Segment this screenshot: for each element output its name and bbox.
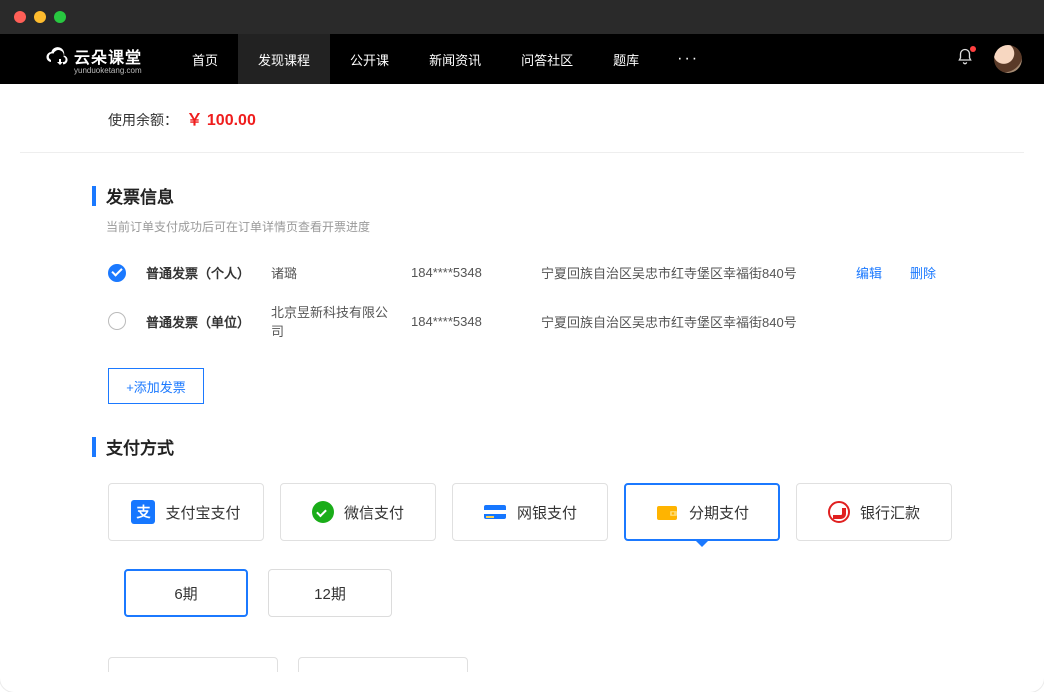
invoice-edit-link[interactable]: 编辑 xyxy=(856,263,882,282)
title-accent xyxy=(92,186,96,206)
bank-icon xyxy=(828,501,850,523)
window-minimize-dot[interactable] xyxy=(34,11,46,23)
pay-method-bank[interactable]: 银行汇款 xyxy=(796,483,952,541)
logo-subtext: yunduoketang.com xyxy=(74,66,142,75)
invoice-row: 普通发票（个人） 诸璐 184****5348 宁夏回族自治区吴忠市红寺堡区幸福… xyxy=(92,253,952,292)
balance-bar: 使用余额： ￥ 100.00 xyxy=(20,84,1024,153)
payment-methods: 支 支付宝支付 微信支付 网银支付 分期支付 银行汇款 xyxy=(108,483,952,541)
pay-method-wechat[interactable]: 微信支付 xyxy=(280,483,436,541)
notification-bell-icon[interactable] xyxy=(956,48,974,71)
invoice-phone: 184****5348 xyxy=(411,314,521,329)
invoice-section: 发票信息 当前订单支付成功后可在订单详情页查看开票进度 普通发票（个人） 诸璐 … xyxy=(20,183,1024,404)
title-accent xyxy=(92,437,96,457)
top-nav: 云朵课堂 yunduoketang.com 首页 发现课程 公开课 新闻资讯 问… xyxy=(0,34,1044,84)
nav-items: 首页 发现课程 公开课 新闻资讯 问答社区 题库 ··· xyxy=(172,34,717,84)
logo-text: 云朵课堂 xyxy=(74,50,142,67)
user-avatar[interactable] xyxy=(994,45,1022,73)
installment-periods: 6期 12期 xyxy=(124,569,952,617)
invoice-addr: 宁夏回族自治区吴忠市红寺堡区幸福街840号 xyxy=(541,263,836,282)
nav-qa[interactable]: 问答社区 xyxy=(501,34,593,84)
window-zoom-dot[interactable] xyxy=(54,11,66,23)
invoice-phone: 184****5348 xyxy=(411,265,521,280)
alipay-icon: 支 xyxy=(131,500,155,524)
invoice-radio[interactable] xyxy=(108,264,126,282)
payment-title: 支付方式 xyxy=(106,434,174,459)
balance-label: 使用余额： xyxy=(108,112,178,128)
invoice-type: 普通发票（单位） xyxy=(146,312,251,331)
nav-more[interactable]: ··· xyxy=(659,34,717,84)
window-close-dot[interactable] xyxy=(14,11,26,23)
pay-method-installment[interactable]: 分期支付 xyxy=(624,483,780,541)
invoice-name: 诸璐 xyxy=(271,263,391,282)
nav-exam[interactable]: 题库 xyxy=(593,34,659,84)
pay-method-label: 微信支付 xyxy=(344,502,404,523)
add-invoice-button[interactable]: +添加发票 xyxy=(108,368,204,404)
invoice-name: 北京昱新科技有限公司 xyxy=(271,302,391,340)
invoice-title: 发票信息 xyxy=(106,183,174,208)
period-12[interactable]: 12期 xyxy=(268,569,392,617)
pay-method-label: 网银支付 xyxy=(517,502,577,523)
pay-method-label: 银行汇款 xyxy=(860,502,920,523)
invoice-row: 普通发票（单位） 北京昱新科技有限公司 184****5348 宁夏回族自治区吴… xyxy=(92,292,952,350)
nav-open[interactable]: 公开课 xyxy=(330,34,409,84)
nav-home[interactable]: 首页 xyxy=(172,34,238,84)
nav-discover[interactable]: 发现课程 xyxy=(238,34,330,84)
wechat-icon xyxy=(312,501,334,523)
transfer-label: 支付宝个人转账 xyxy=(152,672,257,673)
payment-section: 支付方式 支 支付宝支付 微信支付 网银支付 分期支付 xyxy=(20,434,1024,672)
transfer-alipay[interactable]: [·] 支付宝个人转账 xyxy=(108,657,278,672)
site-logo[interactable]: 云朵课堂 yunduoketang.com xyxy=(44,44,142,75)
nav-news[interactable]: 新闻资讯 xyxy=(409,34,501,84)
invoice-type: 普通发票（个人） xyxy=(146,263,251,282)
pay-method-alipay[interactable]: 支 支付宝支付 xyxy=(108,483,264,541)
invoice-radio[interactable] xyxy=(108,312,126,330)
pay-method-unionpay[interactable]: 网银支付 xyxy=(452,483,608,541)
pay-method-label: 分期支付 xyxy=(689,502,749,523)
invoice-delete-link[interactable]: 删除 xyxy=(910,263,936,282)
page-content: 使用余额： ￥ 100.00 发票信息 当前订单支付成功后可在订单详情页查看开票… xyxy=(20,84,1024,672)
balance-value: ￥ 100.00 xyxy=(186,112,255,129)
transfer-label: 微信个人转账 xyxy=(350,672,440,673)
window-titlebar xyxy=(0,0,1044,34)
unionpay-icon xyxy=(483,500,507,524)
transfer-wechat[interactable]: [·] 微信个人转账 xyxy=(298,657,468,672)
personal-transfers: [·] 支付宝个人转账 [·] 微信个人转账 xyxy=(108,657,952,672)
invoice-hint: 当前订单支付成功后可在订单详情页查看开票进度 xyxy=(106,218,952,235)
period-6[interactable]: 6期 xyxy=(124,569,248,617)
pay-method-label: 支付宝支付 xyxy=(165,502,240,523)
wallet-icon xyxy=(655,500,679,524)
logo-icon xyxy=(44,47,68,71)
invoice-addr: 宁夏回族自治区吴忠市红寺堡区幸福街840号 xyxy=(541,312,936,331)
bracket-icon: [·] xyxy=(129,671,143,673)
notification-dot xyxy=(970,46,976,52)
bracket-icon: [·] xyxy=(326,671,340,673)
